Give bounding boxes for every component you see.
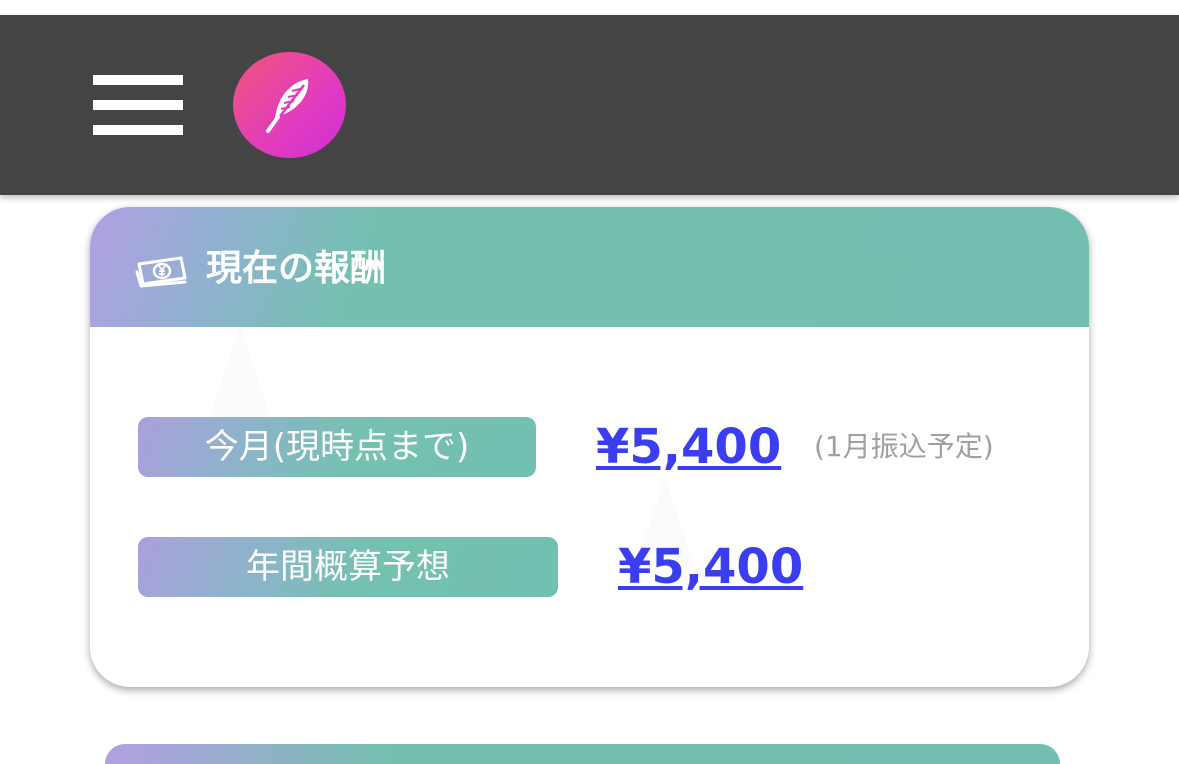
this-month-amount-link[interactable]: ¥5,400 <box>596 417 781 477</box>
menu-line <box>93 75 183 85</box>
top-app-bar <box>0 15 1179 195</box>
annual-estimate-amount-link[interactable]: ¥5,400 <box>618 537 803 597</box>
current-reward-card: 現在の報酬 今月(現時点まで) ¥5,400 (1月振込予定) 年間概算予想 ¥… <box>90 207 1089 687</box>
menu-line <box>93 100 183 110</box>
background-decoration <box>210 327 270 417</box>
card-header: 現在の報酬 <box>90 207 1089 327</box>
hamburger-menu-icon[interactable] <box>93 75 183 135</box>
annual-estimate-label: 年間概算予想 <box>138 537 558 597</box>
card-title: 現在の報酬 <box>206 248 387 289</box>
money-bill-yen-icon <box>135 256 187 288</box>
transfer-schedule-note: (1月振込予定) <box>814 430 994 463</box>
next-card-header <box>105 744 1060 764</box>
this-month-label: 今月(現時点まで) <box>138 417 536 477</box>
feather-icon <box>265 79 308 133</box>
app-logo[interactable] <box>233 52 346 158</box>
menu-line <box>93 125 183 135</box>
